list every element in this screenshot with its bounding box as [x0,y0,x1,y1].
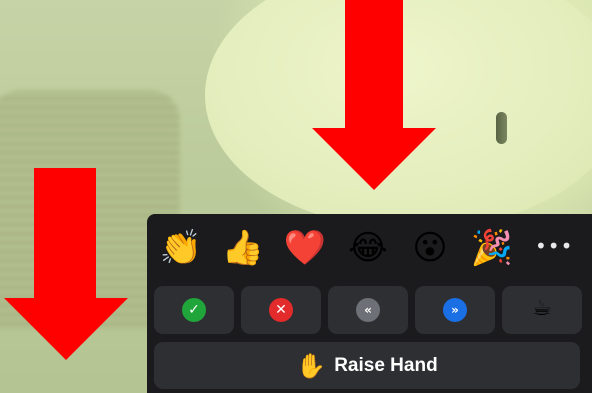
thumbs-up-icon[interactable]: 👍 [219,224,267,272]
clapping-hands-icon[interactable]: 👏 [157,224,205,272]
no-button[interactable]: ✕ [241,286,321,334]
slow-down-button[interactable]: « [328,286,408,334]
coffee-cup-icon: ☕ [532,296,552,321]
party-popper-icon[interactable]: 🎉 [468,224,516,272]
piggy-bank-slot [496,112,507,144]
speed-up-icon: » [443,298,467,322]
yes-button[interactable]: ✓ [154,286,234,334]
tears-of-joy-icon[interactable]: 😂 [344,224,392,272]
surprised-face-icon[interactable]: 😮 [406,224,454,272]
coffee-break-button[interactable]: ☕ [502,286,582,334]
raise-hand-label: Raise Hand [334,354,438,376]
x-icon: ✕ [269,298,293,322]
more-dots-icon[interactable]: ••• [535,236,572,264]
slow-down-icon: « [356,298,380,322]
raised-hand-icon: ✋ [296,351,327,380]
emoji-reactions-row: 👏 👍 ❤️ 😂 😮 🎉 ••• [147,224,592,276]
reactions-panel: 👏 👍 ❤️ 😂 😮 🎉 ••• ✓ ✕ « » ☕ ✋ Raise Hand [147,214,592,393]
raise-hand-button[interactable]: ✋ Raise Hand [154,342,580,389]
checkmark-icon: ✓ [182,298,206,322]
red-arrow-down-icon [4,168,128,360]
speed-up-button[interactable]: » [415,286,495,334]
red-arrow-down-icon [312,0,436,190]
red-heart-icon[interactable]: ❤️ [281,224,329,272]
